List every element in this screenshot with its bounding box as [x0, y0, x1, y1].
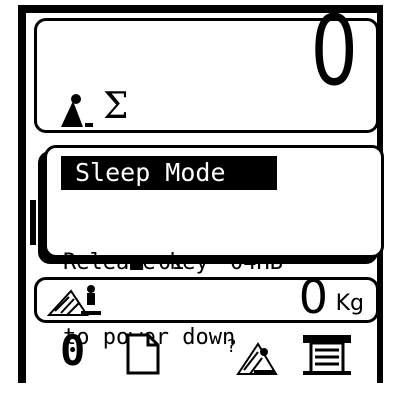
help-icon[interactable]: ?: [224, 334, 278, 376]
weight-unit: Kg: [335, 291, 364, 316]
weight-value: 0: [298, 270, 328, 324]
sum-icon: Σ: [103, 86, 129, 127]
count-label: 0: [60, 326, 86, 375]
dialog-line-1: Release key: [63, 250, 209, 275]
svg-text:?: ?: [226, 336, 237, 357]
left-tab: [30, 200, 36, 245]
printer-icon[interactable]: [301, 333, 353, 377]
page-icon[interactable]: [126, 333, 160, 375]
operator-icon: [61, 94, 93, 127]
weight-panel: 0 Kg: [34, 270, 379, 324]
bottom-bar: 0 ?: [56, 326, 371, 382]
total-panel: 0 Σ: [34, 3, 379, 133]
total-value: 0: [310, 0, 358, 107]
scale-load-icon: [47, 285, 101, 316]
sleep-mode-dialog: Sleep Mode Release key to power down: [44, 145, 384, 350]
dialog-title: Sleep Mode: [61, 156, 277, 190]
